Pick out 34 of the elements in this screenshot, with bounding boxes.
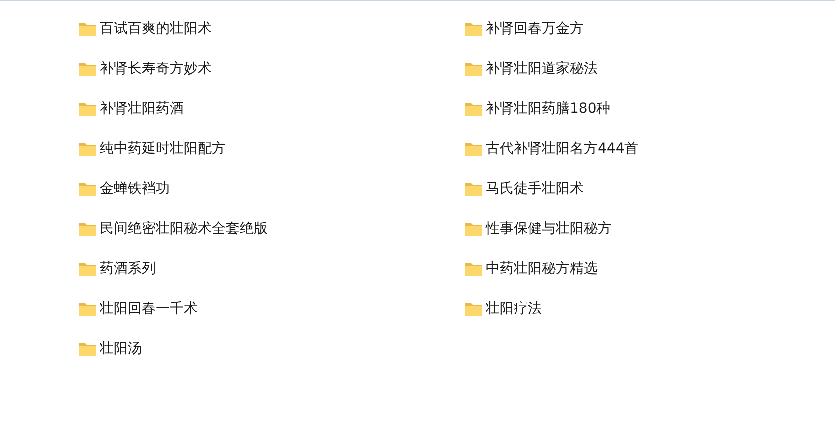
folder-icon [79, 22, 97, 36]
folder-icon [465, 62, 483, 76]
folder-item[interactable]: 补肾长寿奇方妙术 [79, 49, 465, 89]
folder-icon [79, 302, 97, 316]
folder-item[interactable]: 壮阳回春一千术 [79, 289, 465, 329]
folder-item[interactable]: 补肾壮阳药膳180种 [465, 89, 765, 129]
folder-item[interactable]: 壮阳汤 [79, 329, 465, 369]
folder-item[interactable]: 马氏徒手壮阳术 [465, 169, 765, 209]
folder-icon [465, 262, 483, 276]
folder-item[interactable]: 古代补肾壮阳名方444首 [465, 129, 765, 169]
folder-icon [79, 62, 97, 76]
folder-icon [79, 342, 97, 356]
folder-icon [465, 182, 483, 196]
folder-icon [79, 262, 97, 276]
folder-icon [465, 142, 483, 156]
folder-item[interactable]: 补肾壮阳道家秘法 [465, 49, 765, 89]
folder-icon [79, 182, 97, 196]
folder-item[interactable]: 纯中药延时壮阳配方 [79, 129, 465, 169]
folder-item[interactable]: 性事保健与壮阳秘方 [465, 209, 765, 249]
folder-item[interactable]: 补肾回春万金方 [465, 9, 765, 49]
folder-icon [465, 22, 483, 36]
folder-icon [79, 102, 97, 116]
folder-icon [465, 302, 483, 316]
folder-icon [465, 222, 483, 236]
folder-icon [79, 142, 97, 156]
folder-icon [79, 222, 97, 236]
folder-icon [465, 102, 483, 116]
folder-item[interactable]: 药酒系列 [79, 249, 465, 289]
folder-item[interactable]: 补肾壮阳药酒 [79, 89, 465, 129]
folder-item[interactable]: 金蝉铁裆功 [79, 169, 465, 209]
folder-item[interactable]: 壮阳疗法 [465, 289, 765, 329]
folder-item[interactable]: 民间绝密壮阳秘术全套绝版 [79, 209, 465, 249]
folder-item[interactable]: 中药壮阳秘方精选 [465, 249, 765, 289]
folder-item[interactable]: 百试百爽的壮阳术 [79, 9, 465, 49]
